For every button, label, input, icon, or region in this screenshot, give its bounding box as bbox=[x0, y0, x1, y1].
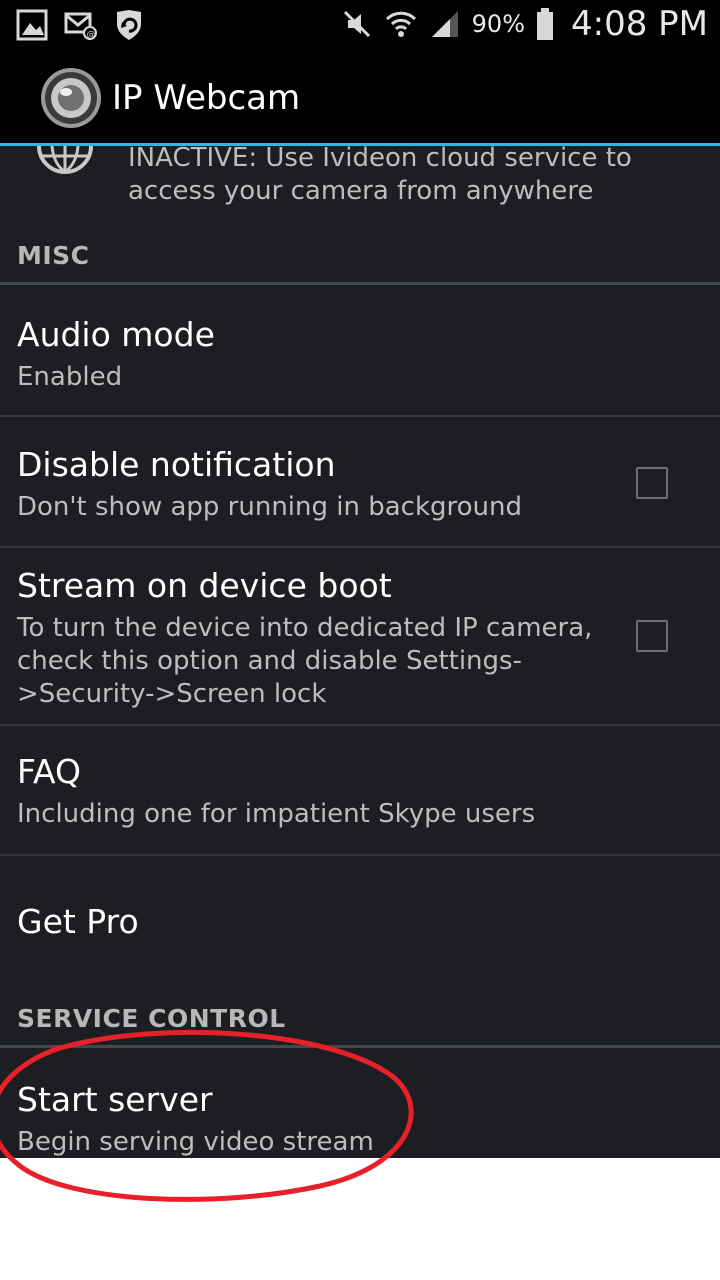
ivideon-summary-line1: INACTIVE: Use Ivideon cloud service to bbox=[128, 143, 632, 173]
app-title: IP Webcam bbox=[112, 78, 301, 118]
start-server-summary: Begin serving video stream bbox=[17, 1127, 374, 1157]
start-server-item[interactable]: Start server Begin serving video stream bbox=[0, 1048, 720, 1158]
audio-mode-title: Audio mode bbox=[17, 315, 215, 354]
disable-notification-checkbox[interactable] bbox=[636, 467, 668, 499]
status-clock: 4:08 PM bbox=[571, 4, 708, 44]
email-icon: @ bbox=[64, 12, 97, 40]
notification-icons: @ bbox=[16, 8, 146, 42]
settings-list[interactable]: INACTIVE: Use Ivideon cloud service to a… bbox=[0, 143, 720, 1158]
stream-on-boot-summary-line1: To turn the device into dedicated IP cam… bbox=[17, 613, 593, 643]
globe-icon bbox=[37, 146, 93, 174]
system-icons: 90% 4:08 PM bbox=[340, 4, 708, 44]
audio-mode-item[interactable]: Audio mode Enabled bbox=[0, 285, 720, 415]
section-header-misc: MISC bbox=[17, 241, 90, 270]
ivideon-summary-line2: access your camera from anywhere bbox=[128, 176, 594, 206]
mute-icon bbox=[343, 10, 370, 38]
section-header-service-control: SERVICE CONTROL bbox=[17, 1004, 286, 1033]
app-logo-icon[interactable] bbox=[40, 67, 102, 129]
get-pro-item[interactable]: Get Pro bbox=[0, 856, 720, 986]
action-bar: IP Webcam bbox=[0, 50, 720, 144]
shield-sync-icon bbox=[117, 10, 141, 40]
stream-on-boot-title: Stream on device boot bbox=[17, 566, 392, 605]
battery-percent: 90% bbox=[471, 10, 525, 38]
stream-on-boot-checkbox[interactable] bbox=[636, 620, 668, 652]
wifi-icon bbox=[385, 11, 416, 37]
ivideon-summary: INACTIVE: Use Ivideon cloud service to a… bbox=[128, 142, 668, 208]
stream-on-boot-summary-line3: >Security->Screen lock bbox=[17, 679, 327, 709]
disable-notification-title: Disable notification bbox=[17, 445, 336, 484]
faq-title: FAQ bbox=[17, 752, 81, 791]
disable-notification-item[interactable]: Disable notification Don't show app runn… bbox=[0, 417, 720, 546]
svg-text:@: @ bbox=[87, 30, 96, 40]
faq-item[interactable]: FAQ Including one for impatient Skype us… bbox=[0, 726, 720, 854]
audio-mode-summary: Enabled bbox=[17, 362, 123, 392]
get-pro-title: Get Pro bbox=[17, 902, 139, 941]
disable-notification-summary: Don't show app running in background bbox=[17, 492, 523, 522]
status-bar: @ 90% 4:08 PM bbox=[0, 0, 720, 50]
gallery-icon bbox=[16, 9, 48, 41]
start-server-title: Start server bbox=[17, 1080, 213, 1119]
stream-on-boot-item[interactable]: Stream on device boot To turn the device… bbox=[0, 548, 720, 724]
signal-icon bbox=[431, 11, 458, 37]
stream-on-boot-summary: To turn the device into dedicated IP cam… bbox=[17, 612, 597, 711]
battery-icon bbox=[537, 8, 553, 40]
faq-summary: Including one for impatient Skype users bbox=[17, 799, 536, 829]
stream-on-boot-summary-line2: check this option and disable Settings- bbox=[17, 646, 522, 676]
ivideon-item[interactable]: INACTIVE: Use Ivideon cloud service to a… bbox=[0, 143, 720, 226]
